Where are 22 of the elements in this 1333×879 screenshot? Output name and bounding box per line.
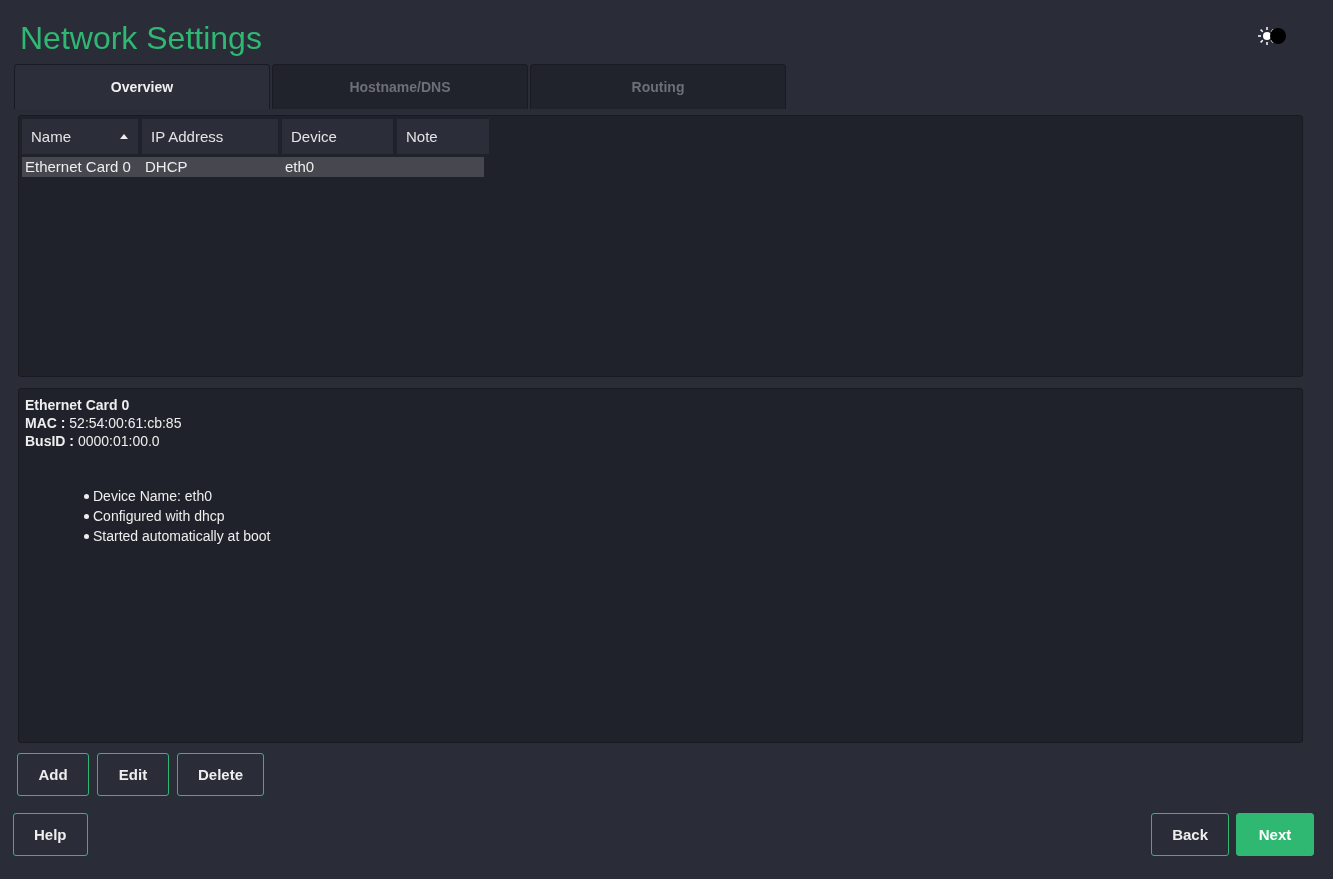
action-button[interactable]: Delete (177, 753, 265, 796)
detail-item: Started automatically at boot (93, 527, 271, 546)
action-button[interactable]: Edit (97, 753, 169, 796)
detail-field: BusID : 0000:01:00.0 (25, 432, 1296, 450)
action-button[interactable]: Back (1151, 813, 1229, 856)
details-title: Ethernet Card 0 (25, 396, 131, 414)
action-button[interactable]: Help (13, 813, 88, 856)
column-header[interactable]: Device (282, 119, 393, 154)
window-title: Network Settings (20, 19, 262, 57)
theme-toggle-icon[interactable] (1256, 25, 1288, 47)
action-button[interactable]: Add (17, 753, 89, 796)
detail-item: Configured with dhcp (93, 507, 225, 526)
detail-field: MAC : 52:54:00:61:cb:85 (25, 414, 1296, 432)
tab[interactable]: Overview (14, 64, 270, 109)
bullet-icon (84, 493, 89, 499)
column-header[interactable]: IP Address (142, 119, 278, 154)
bullet-icon (84, 513, 89, 519)
column-header[interactable]: Name (22, 119, 138, 154)
table-row[interactable]: Ethernet Card 0 DHCP eth0 (22, 157, 484, 177)
detail-item: Device Name: eth0 (93, 487, 213, 506)
column-header[interactable]: Note (397, 119, 489, 154)
bullet-icon (84, 533, 89, 539)
